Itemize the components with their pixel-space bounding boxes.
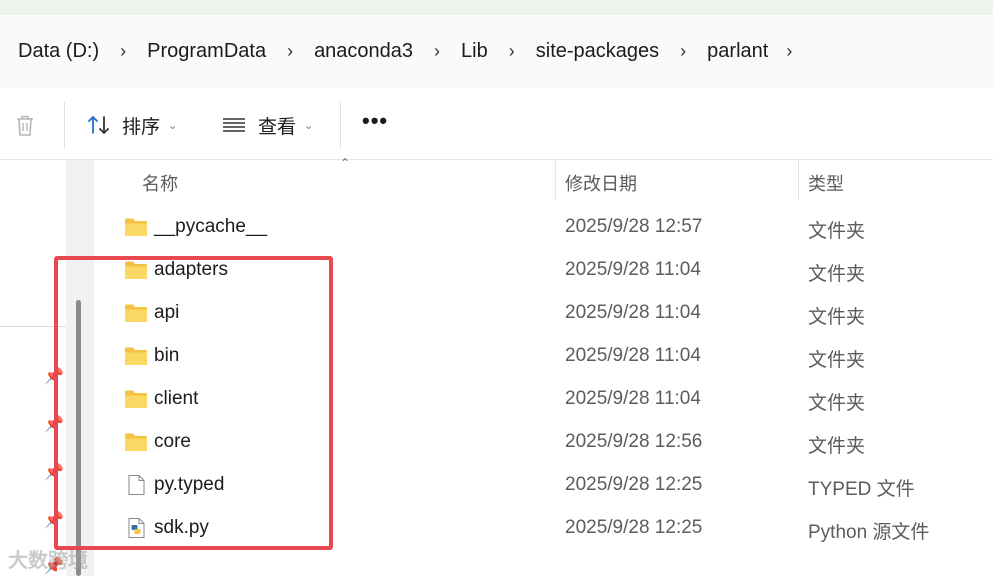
breadcrumb-item-lib[interactable]: Lib <box>461 40 488 63</box>
file-date: 2025/9/28 12:25 <box>565 517 703 538</box>
breadcrumb-item-anaconda3[interactable]: anaconda3 <box>314 40 413 63</box>
file-row[interactable]: __pycache__ 2025/9/28 12:57 文件夹 <box>94 206 993 249</box>
column-header-row: ⌃ 名称 修改日期 类型 <box>94 156 993 200</box>
file-type: TYPED 文件 <box>808 479 915 500</box>
file-date: 2025/9/28 11:04 <box>565 345 701 366</box>
file-date: 2025/9/28 11:04 <box>565 302 701 323</box>
pin-icon[interactable]: 📌 <box>44 366 64 386</box>
chevron-right-icon[interactable]: › <box>768 41 792 62</box>
file-name: core <box>154 431 191 452</box>
sort-label: 排序 <box>122 116 161 138</box>
breadcrumb-item-site-packages[interactable]: site-packages <box>536 40 659 63</box>
file-type: 文件夹 <box>808 436 866 457</box>
folder-icon <box>125 433 147 451</box>
file-type: Python 源文件 <box>808 522 930 543</box>
pin-icon[interactable]: 📌 <box>44 510 64 530</box>
file-type: 文件夹 <box>808 264 866 285</box>
file-name: adapters <box>154 259 228 280</box>
breadcrumb-item-drive[interactable]: Data (D:) <box>18 40 99 63</box>
file-row[interactable]: adapters 2025/9/28 11:04 文件夹 <box>94 249 993 292</box>
file-icon <box>128 475 145 495</box>
view-label: 查看 <box>258 116 297 138</box>
pin-icon[interactable]: 📌 <box>44 462 64 482</box>
python-file-icon <box>128 518 145 538</box>
file-date: 2025/9/28 11:04 <box>565 388 701 409</box>
file-name: sdk.py <box>154 517 209 538</box>
column-header-name[interactable]: 名称 <box>142 170 178 196</box>
file-type: 文件夹 <box>808 393 866 414</box>
chevron-down-icon: ⌄ <box>304 119 314 132</box>
file-name: bin <box>154 345 180 366</box>
file-name: api <box>154 302 180 323</box>
sort-icon <box>88 116 109 134</box>
file-date: 2025/9/28 12:25 <box>565 474 703 495</box>
toolbar-divider <box>64 102 65 148</box>
chevron-down-icon: ⌄ <box>168 119 178 132</box>
column-divider[interactable] <box>555 160 556 200</box>
folder-icon <box>125 347 147 365</box>
file-type: 文件夹 <box>808 307 866 328</box>
window-top-strip <box>0 0 993 14</box>
chevron-right-icon[interactable]: › <box>413 41 461 62</box>
breadcrumb-item-parlant[interactable]: parlant <box>707 40 768 63</box>
folder-icon <box>125 261 147 279</box>
file-row[interactable]: api 2025/9/28 11:04 文件夹 <box>94 292 993 335</box>
file-date: 2025/9/28 12:57 <box>565 216 703 237</box>
view-button[interactable]: 查看 ⌄ <box>220 112 313 138</box>
pin-icon[interactable]: 📌 <box>44 414 64 434</box>
column-divider[interactable] <box>798 160 799 200</box>
file-list: __pycache__ 2025/9/28 12:57 文件夹 adapters… <box>94 206 993 550</box>
file-row[interactable]: bin 2025/9/28 11:04 文件夹 <box>94 335 993 378</box>
file-name: py.typed <box>154 474 225 495</box>
trash-icon[interactable] <box>12 112 38 138</box>
nav-scrollbar-thumb[interactable] <box>76 300 81 576</box>
sort-button[interactable]: 排序 ⌄ <box>86 112 177 138</box>
folder-icon <box>125 218 147 236</box>
file-type: 文件夹 <box>808 350 866 371</box>
breadcrumb: Data (D:) › ProgramData › anaconda3 › Li… <box>18 40 792 63</box>
toolbar-divider <box>340 102 341 148</box>
file-name: __pycache__ <box>154 216 268 237</box>
chevron-right-icon[interactable]: › <box>99 41 147 62</box>
column-header-date[interactable]: 修改日期 <box>565 170 637 196</box>
file-row[interactable]: client 2025/9/28 11:04 文件夹 <box>94 378 993 421</box>
file-name: client <box>154 388 199 409</box>
view-list-icon <box>223 118 245 132</box>
watermark: 大数跨境 <box>8 550 88 572</box>
file-date: 2025/9/28 11:04 <box>565 259 701 280</box>
command-bar: 排序 ⌄ 查看 ⌄ ••• <box>0 88 993 160</box>
folder-icon <box>125 390 147 408</box>
file-date: 2025/9/28 12:56 <box>565 431 703 452</box>
folder-icon <box>125 304 147 322</box>
file-row[interactable]: core 2025/9/28 12:56 文件夹 <box>94 421 993 464</box>
more-options-button[interactable]: ••• <box>362 108 388 134</box>
nav-divider <box>0 326 66 327</box>
chevron-right-icon[interactable]: › <box>488 41 536 62</box>
breadcrumb-item-programdata[interactable]: ProgramData <box>147 40 266 63</box>
sort-ascending-icon: ⌃ <box>340 156 351 170</box>
file-row[interactable]: py.typed 2025/9/28 12:25 TYPED 文件 <box>94 464 993 507</box>
file-row[interactable]: sdk.py 2025/9/28 12:25 Python 源文件 <box>94 507 993 550</box>
file-type: 文件夹 <box>808 221 866 242</box>
chevron-right-icon[interactable]: › <box>266 41 314 62</box>
address-bar[interactable]: Data (D:) › ProgramData › anaconda3 › Li… <box>0 14 993 88</box>
chevron-right-icon[interactable]: › <box>659 41 707 62</box>
column-header-type[interactable]: 类型 <box>808 170 844 196</box>
